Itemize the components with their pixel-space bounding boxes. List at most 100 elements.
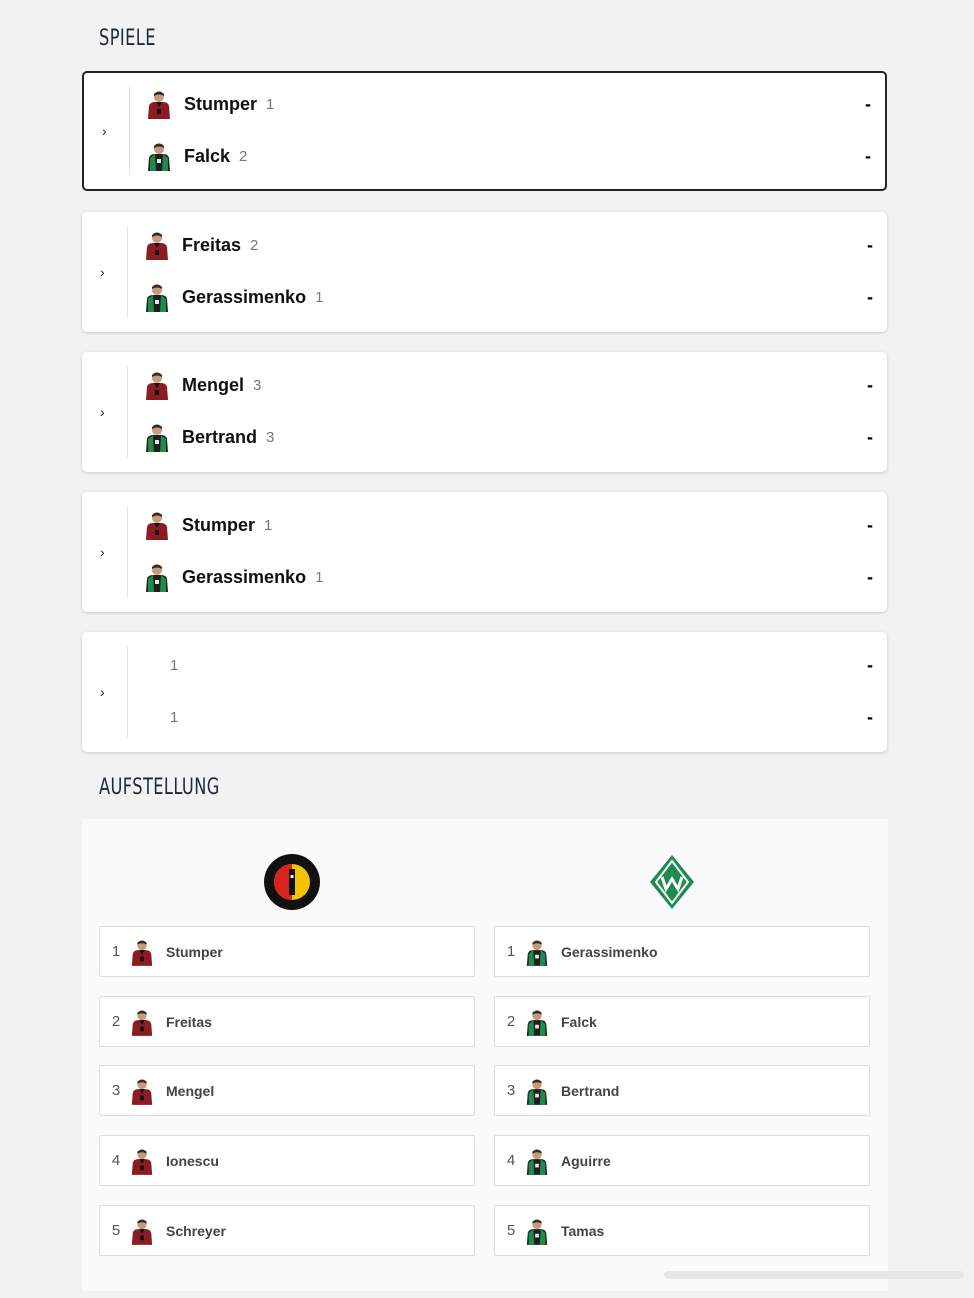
player-number: 1 bbox=[264, 516, 273, 534]
lineup-player-name: Freitas bbox=[166, 1013, 212, 1030]
score: - bbox=[865, 93, 871, 114]
score: - bbox=[867, 654, 873, 675]
lineup-player-name: Stumper bbox=[166, 943, 223, 960]
player-number: 2 bbox=[250, 236, 259, 254]
lineup-number: 4 bbox=[506, 1152, 516, 1169]
match-away-row: Gerassimenko 1 - bbox=[144, 560, 873, 594]
player-avatar-icon bbox=[144, 422, 170, 452]
player-avatar-icon bbox=[144, 510, 170, 540]
score: - bbox=[867, 286, 873, 307]
player-avatar-icon bbox=[130, 1146, 154, 1176]
player-avatar-icon bbox=[130, 1007, 154, 1037]
player-avatar-icon bbox=[144, 282, 170, 312]
player-avatar-icon bbox=[130, 1216, 154, 1246]
lineup-player-card[interactable]: 2 Falck bbox=[494, 996, 870, 1047]
match-away-row: Gerassimenko 1 - bbox=[144, 280, 873, 314]
player-avatar-icon bbox=[130, 1076, 154, 1106]
divider bbox=[127, 366, 128, 458]
chevron-right-icon[interactable]: › bbox=[100, 262, 110, 282]
player-number: 2 bbox=[239, 147, 248, 165]
lineup-number: 3 bbox=[506, 1082, 516, 1099]
score: - bbox=[867, 514, 873, 535]
player-number: 1 bbox=[170, 656, 179, 674]
lineup-player-name: Mengel bbox=[166, 1082, 215, 1099]
match-card[interactable]: › 1-1- bbox=[82, 632, 887, 752]
divider bbox=[127, 646, 128, 738]
player-name: Freitas bbox=[182, 234, 242, 255]
lineup-player-card[interactable]: 1 Stumper bbox=[99, 926, 475, 977]
chevron-right-icon[interactable]: › bbox=[100, 682, 110, 702]
chevron-right-icon[interactable]: › bbox=[100, 542, 110, 562]
player-avatar-icon bbox=[525, 1216, 549, 1246]
player-name: Bertrand bbox=[182, 426, 258, 447]
player-avatar-icon bbox=[144, 562, 170, 592]
chevron-right-icon[interactable]: › bbox=[100, 402, 110, 422]
lineup-player-card[interactable]: 4 Aguirre bbox=[494, 1135, 870, 1186]
player-number: 3 bbox=[266, 428, 275, 446]
match-card[interactable]: › Freitas 2 - Gerassimenko 1 - bbox=[82, 212, 887, 332]
player-avatar-icon bbox=[146, 89, 172, 119]
lineup-player-name: Ionescu bbox=[166, 1152, 219, 1169]
score: - bbox=[865, 145, 871, 166]
lineup-number: 2 bbox=[506, 1013, 516, 1030]
lineup-player-card[interactable]: 4 Ionescu bbox=[99, 1135, 475, 1186]
player-number: 1 bbox=[266, 95, 275, 113]
lineup-number: 4 bbox=[111, 1152, 121, 1169]
lineup-player-name: Falck bbox=[561, 1013, 597, 1030]
lineup-player-name: Aguirre bbox=[561, 1152, 611, 1169]
lineup-number: 3 bbox=[111, 1082, 121, 1099]
lineup-player-card[interactable]: 2 Freitas bbox=[99, 996, 475, 1047]
player-avatar-icon bbox=[525, 1146, 549, 1176]
lineup-player-name: Tamas bbox=[561, 1222, 605, 1239]
player-name: Stumper bbox=[182, 514, 256, 535]
lineup-player-card[interactable]: 3 Mengel bbox=[99, 1065, 475, 1116]
match-away-row: Falck 2 - bbox=[146, 139, 871, 173]
away-team-crest-icon bbox=[650, 855, 694, 909]
lineup-player-card[interactable]: 1 Gerassimenko bbox=[494, 926, 870, 977]
match-home-row: Freitas 2 - bbox=[144, 228, 873, 262]
player-number: 3 bbox=[253, 376, 262, 394]
lineup-player-card[interactable]: 5 Schreyer bbox=[99, 1205, 475, 1256]
match-home-row: Stumper 1 - bbox=[144, 508, 873, 542]
chevron-right-icon[interactable]: › bbox=[102, 121, 112, 141]
player-avatar-icon bbox=[525, 1076, 549, 1106]
match-card[interactable]: › Stumper 1 - Gerassimenko 1 - bbox=[82, 492, 887, 612]
score: - bbox=[867, 374, 873, 395]
lineup-number: 5 bbox=[111, 1222, 121, 1239]
lineup-player-name: Schreyer bbox=[166, 1222, 226, 1239]
player-avatar-icon bbox=[525, 937, 549, 967]
player-number: 1 bbox=[170, 708, 179, 726]
score: - bbox=[867, 706, 873, 727]
lineup-number: 1 bbox=[506, 943, 516, 960]
lineup-number: 5 bbox=[506, 1222, 516, 1239]
player-avatar-icon bbox=[130, 937, 154, 967]
match-away-row: Bertrand 3 - bbox=[144, 420, 873, 454]
lineup-player-name: Bertrand bbox=[561, 1082, 620, 1099]
player-name: Gerassimenko bbox=[182, 286, 307, 307]
score: - bbox=[867, 234, 873, 255]
match-home-row: Stumper 1 - bbox=[146, 87, 871, 121]
player-avatar-icon bbox=[146, 141, 172, 171]
lineup-panel: 1 Stumper 2 Freitas 3 Mengel 4 Ionescu 5 Schreyer… bbox=[82, 819, 888, 1291]
player-name: Stumper bbox=[184, 93, 258, 114]
lineup-player-card[interactable]: 3 Bertrand bbox=[494, 1065, 870, 1116]
player-number: 1 bbox=[315, 288, 324, 306]
match-home-row: 1- bbox=[144, 648, 873, 682]
player-avatar-icon bbox=[144, 370, 170, 400]
player-avatar-icon bbox=[144, 230, 170, 260]
games-section-title: SPIELE bbox=[99, 26, 156, 51]
scrollbar-thumb-icon[interactable] bbox=[664, 1266, 964, 1284]
player-name: Falck bbox=[184, 145, 231, 166]
divider bbox=[127, 506, 128, 598]
lineup-number: 2 bbox=[111, 1013, 121, 1030]
lineup-player-card[interactable]: 5 Tamas bbox=[494, 1205, 870, 1256]
lineup-section-title: AUFSTELLUNG bbox=[99, 775, 220, 800]
divider bbox=[129, 87, 130, 175]
match-away-row: 1- bbox=[144, 700, 873, 734]
lineup-number: 1 bbox=[111, 943, 121, 960]
match-card[interactable]: › Stumper 1 - Falck 2 - bbox=[82, 71, 887, 191]
match-card[interactable]: › Mengel 3 - Bertrand 3 - bbox=[82, 352, 887, 472]
match-home-row: Mengel 3 - bbox=[144, 368, 873, 402]
player-avatar-icon bbox=[525, 1007, 549, 1037]
score: - bbox=[867, 566, 873, 587]
